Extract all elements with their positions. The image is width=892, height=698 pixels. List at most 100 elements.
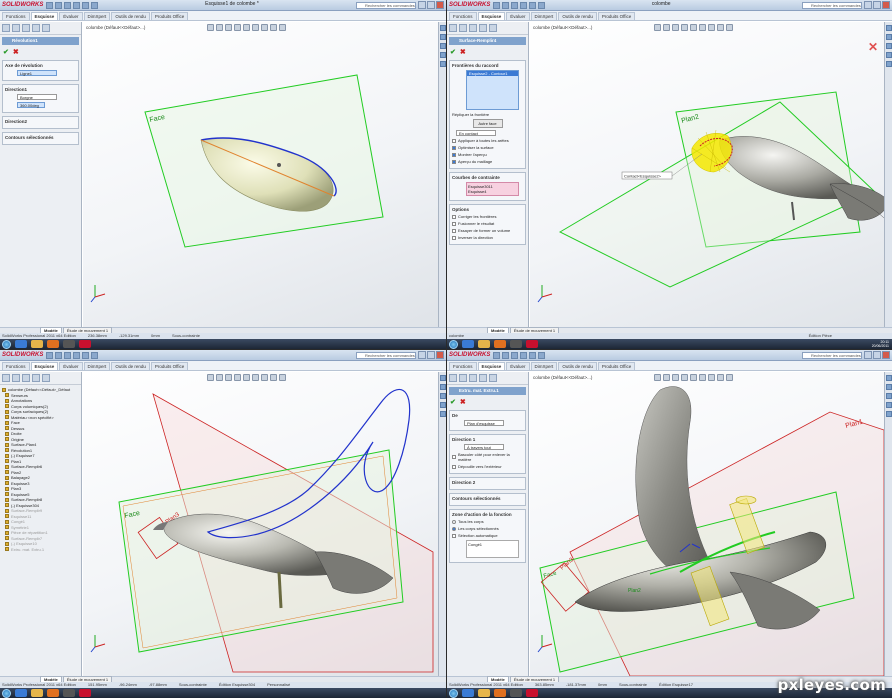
tab-dimxpert[interactable]: DimXpert — [530, 362, 558, 370]
file-explorer-icon[interactable] — [440, 43, 446, 49]
option-row[interactable]: Basculer côté pour enlever la matière — [452, 452, 523, 462]
maximize-button[interactable] — [873, 1, 881, 9]
tab-render-tools[interactable]: Outils de rendu — [558, 12, 597, 20]
tab-evaluate[interactable]: Évaluer — [59, 362, 83, 370]
search-input[interactable]: Rechercher les commandes — [356, 2, 416, 9]
feature-tree-tab[interactable] — [449, 24, 457, 32]
radio[interactable] — [452, 519, 456, 524]
option-row[interactable]: Aperçu du maillage — [452, 159, 523, 164]
tab-features[interactable]: Fonctions — [2, 12, 30, 20]
new-icon[interactable] — [493, 351, 500, 359]
group-selected-contours[interactable]: Contours sélectionnés — [449, 493, 526, 506]
tab-render-tools[interactable]: Outils de rendu — [558, 362, 597, 370]
design-library-icon[interactable] — [886, 34, 892, 40]
checkbox[interactable] — [452, 464, 456, 469]
tab-dimxpert[interactable]: DimXpert — [83, 362, 111, 370]
custom-props-icon[interactable] — [440, 411, 446, 417]
search-input[interactable]: Rechercher les commandes — [802, 352, 862, 359]
end-condition-select[interactable]: À travers tout — [464, 444, 504, 450]
tab-sketch[interactable]: Esquisse — [477, 12, 506, 20]
dimxpert-tab[interactable] — [479, 374, 487, 382]
checkbox[interactable] — [452, 145, 456, 150]
design-library-icon[interactable] — [440, 34, 446, 40]
search-input[interactable]: Rechercher les commandes — [802, 2, 862, 9]
tab-office-products[interactable]: Produits Office — [597, 362, 636, 370]
resources-icon[interactable] — [886, 25, 892, 31]
start-button[interactable] — [2, 688, 11, 698]
group-direction2[interactable]: Direction2 — [2, 116, 79, 129]
resources-icon[interactable] — [886, 375, 892, 381]
tab-sketch[interactable]: Esquisse — [30, 362, 59, 370]
property-tab[interactable] — [459, 24, 467, 32]
dimxpert-tab[interactable] — [479, 24, 487, 32]
print-icon[interactable] — [73, 351, 80, 359]
firefox-icon[interactable] — [47, 689, 59, 697]
new-icon[interactable] — [46, 351, 53, 359]
angle-field[interactable]: 360.00deg — [17, 102, 45, 108]
start-button[interactable] — [449, 339, 458, 349]
design-library-icon[interactable] — [886, 384, 892, 390]
tab-sketch[interactable]: Esquisse — [30, 12, 59, 20]
file-explorer-icon[interactable] — [886, 43, 892, 49]
checkbox[interactable] — [452, 235, 456, 240]
tab-features[interactable]: Fonctions — [2, 362, 30, 370]
option-row[interactable]: Corriger les frontières — [452, 214, 523, 219]
solidworks-task-icon[interactable] — [79, 689, 91, 697]
config-tab[interactable] — [469, 24, 477, 32]
custom-props-icon[interactable] — [886, 411, 892, 417]
checkbox[interactable] — [452, 228, 456, 233]
checkbox[interactable] — [452, 533, 456, 538]
tab-office-products[interactable]: Produits Office — [150, 362, 189, 370]
tab-evaluate[interactable]: Évaluer — [59, 12, 83, 20]
tab-render-tools[interactable]: Outils de rendu — [111, 12, 150, 20]
display-tab[interactable] — [489, 24, 497, 32]
maximize-button[interactable] — [873, 351, 881, 359]
solidworks-task-icon[interactable] — [526, 340, 538, 348]
explorer-icon[interactable] — [31, 689, 43, 697]
tab-features[interactable]: Fonctions — [449, 12, 477, 20]
rebuild-icon[interactable] — [91, 1, 98, 9]
radio-row[interactable]: Tous les corps — [452, 519, 523, 524]
option-row[interactable]: Sélection automatique — [452, 533, 523, 538]
option-row[interactable]: Inverser la direction — [452, 235, 523, 240]
dimxpert-tab[interactable] — [32, 24, 40, 32]
curvature-select[interactable]: En contact — [456, 130, 496, 136]
checkbox[interactable] — [452, 221, 456, 226]
cancel-x-icon[interactable]: ✖ — [13, 48, 19, 56]
cancel-x-icon[interactable]: ✖ — [460, 398, 466, 406]
end-condition-select[interactable]: Borgne — [17, 94, 57, 100]
save-icon[interactable] — [64, 1, 71, 9]
save-icon[interactable] — [511, 351, 518, 359]
file-explorer-icon[interactable] — [886, 393, 892, 399]
list-item[interactable]: Esquisse4 — [468, 189, 517, 194]
option-row[interactable]: Montrer l'aperçu — [452, 152, 523, 157]
open-icon[interactable] — [55, 1, 62, 9]
file-explorer-icon[interactable] — [440, 393, 446, 399]
graphics-area[interactable]: colombe (Défaut<<Défaut>...) ✕ Plan2 Con… — [530, 22, 884, 327]
feature-tree-tab[interactable] — [2, 24, 10, 32]
maximize-button[interactable] — [427, 1, 435, 9]
media-icon[interactable] — [63, 340, 75, 348]
firefox-icon[interactable] — [494, 689, 506, 697]
start-button[interactable] — [2, 339, 11, 349]
cancel-x-icon[interactable]: ✖ — [460, 48, 466, 56]
undo-icon[interactable] — [82, 1, 89, 9]
checkbox[interactable] — [452, 152, 456, 157]
ie-icon[interactable] — [462, 340, 474, 348]
option-row[interactable]: Optimiser la surface — [452, 145, 523, 150]
solidworks-task-icon[interactable] — [526, 689, 538, 697]
display-tab[interactable] — [42, 374, 50, 382]
close-button[interactable] — [882, 351, 890, 359]
close-button[interactable] — [436, 1, 444, 9]
checkbox[interactable] — [452, 455, 456, 459]
graphics-area[interactable]: colombe (Défaut<<Défaut>...) Face — [83, 22, 438, 327]
tab-sketch[interactable]: Esquisse — [477, 362, 506, 370]
print-icon[interactable] — [520, 351, 527, 359]
explorer-icon[interactable] — [478, 689, 490, 697]
constraint-list[interactable]: Esquisse3011 Esquisse4 — [466, 182, 519, 196]
appearances-icon[interactable] — [440, 402, 446, 408]
option-row[interactable]: Fusionner le résultat — [452, 221, 523, 226]
list-item[interactable]: Congé1 — [468, 542, 517, 547]
print-icon[interactable] — [520, 1, 527, 9]
undo-icon[interactable] — [529, 351, 536, 359]
